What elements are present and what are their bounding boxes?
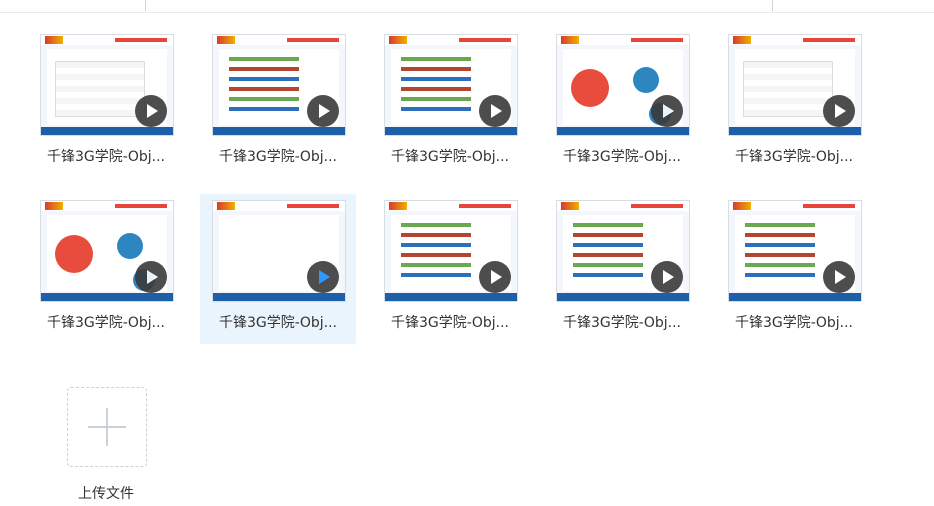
file-tile[interactable]: 千锋3G学院-Obj... (544, 200, 700, 350)
play-icon[interactable] (479, 261, 511, 293)
file-tile[interactable]: 千锋3G学院-Obj... (716, 200, 872, 350)
play-icon[interactable] (651, 95, 683, 127)
play-icon[interactable] (307, 261, 339, 293)
video-thumbnail[interactable] (384, 200, 518, 302)
play-icon[interactable] (135, 261, 167, 293)
file-name[interactable]: 千锋3G学院-Obj... (28, 146, 184, 166)
file-tile-selected[interactable]: 千锋3G学院-Obj... (200, 194, 356, 344)
video-thumbnail[interactable] (212, 34, 346, 136)
file-tile[interactable]: 千锋3G学院-Obj... (200, 34, 356, 184)
play-icon[interactable] (823, 95, 855, 127)
file-tile[interactable]: 千锋3G学院-Obj... (372, 200, 528, 350)
logo-icon (733, 202, 751, 210)
video-thumbnail[interactable] (728, 200, 862, 302)
video-thumbnail[interactable] (384, 34, 518, 136)
file-tile[interactable]: 千锋3G学院-Obj... (716, 34, 872, 184)
logo-icon (389, 36, 407, 44)
logo-icon (45, 202, 63, 210)
play-icon[interactable] (135, 95, 167, 127)
file-name[interactable]: 千锋3G学院-Obj... (200, 312, 356, 332)
logo-icon (733, 36, 751, 44)
file-tile[interactable]: 千锋3G学院-Obj... (28, 34, 184, 184)
video-thumbnail[interactable] (40, 200, 174, 302)
logo-icon (561, 36, 579, 44)
file-name[interactable]: 千锋3G学院-Obj... (716, 146, 872, 166)
file-name[interactable]: 千锋3G学院-Obj... (716, 312, 872, 332)
file-name[interactable]: 千锋3G学院-Obj... (28, 312, 184, 332)
file-name[interactable]: 千锋3G学院-Obj... (372, 146, 528, 166)
file-name[interactable]: 千锋3G学院-Obj... (544, 312, 700, 332)
play-icon[interactable] (823, 261, 855, 293)
file-name[interactable]: 千锋3G学院-Obj... (544, 146, 700, 166)
toolbar-divider (772, 0, 773, 11)
top-toolbar (0, 0, 934, 13)
file-tile[interactable]: 千锋3G学院-Obj... (372, 34, 528, 184)
play-icon[interactable] (479, 95, 511, 127)
file-tile[interactable]: 千锋3G学院-Obj... (28, 200, 184, 350)
file-tile[interactable]: 千锋3G学院-Obj... (544, 34, 700, 184)
video-thumbnail[interactable] (40, 34, 174, 136)
play-icon[interactable] (307, 95, 339, 127)
upload-button[interactable] (67, 387, 147, 467)
video-thumbnail[interactable] (212, 200, 346, 302)
toolbar-divider (145, 0, 146, 11)
logo-icon (389, 202, 407, 210)
video-thumbnail[interactable] (556, 34, 690, 136)
logo-icon (561, 202, 579, 210)
file-name[interactable]: 千锋3G学院-Obj... (372, 312, 528, 332)
logo-icon (217, 36, 235, 44)
logo-icon (45, 36, 63, 44)
plus-icon (88, 408, 126, 446)
file-name[interactable]: 千锋3G学院-Obj... (200, 146, 356, 166)
video-thumbnail[interactable] (728, 34, 862, 136)
video-thumbnail[interactable] (556, 200, 690, 302)
upload-label[interactable]: 上传文件 (0, 483, 212, 503)
logo-icon (217, 202, 235, 210)
play-icon[interactable] (651, 261, 683, 293)
